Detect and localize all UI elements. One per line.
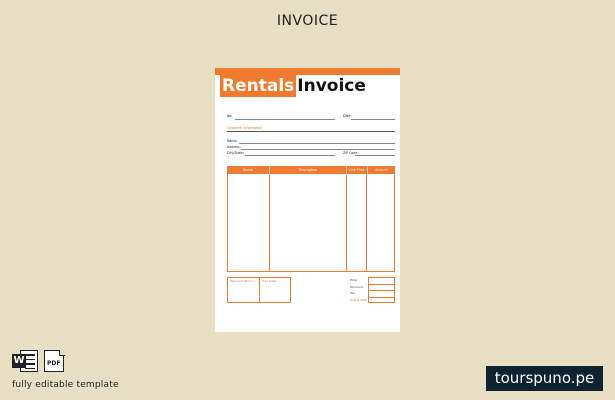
header-description: Description <box>270 166 347 174</box>
grand-total-cell <box>369 298 394 305</box>
customer-section-label: Customer Information <box>227 126 262 130</box>
address-line <box>241 149 395 150</box>
header-rental: Rental <box>227 166 270 174</box>
accent-bar <box>215 68 400 75</box>
payment-terms-label: Payment Terms <box>228 278 260 302</box>
word-icon: W <box>12 350 38 372</box>
due-date-label: Due Date <box>262 279 277 283</box>
template-caption: fully editable template <box>12 380 119 390</box>
date-line <box>351 119 395 120</box>
city-state-line <box>245 155 335 156</box>
totals-box <box>368 277 395 303</box>
no-label: No: <box>227 114 233 118</box>
header-amount: Amount <box>375 168 388 172</box>
zip-line <box>355 155 395 156</box>
totals-labels: Total Discount Tax Grand Total <box>350 277 367 303</box>
city-state-label: City/State: <box>227 151 244 155</box>
invoice-title-text: Invoice <box>297 76 366 96</box>
file-format-icons: W PDF <box>12 349 65 372</box>
invoice-preview: Rentals Invoice No: Date: Customer Infor… <box>215 68 400 332</box>
name-label: Name: <box>227 139 238 143</box>
column-amount <box>367 174 394 271</box>
grand-total-label: Grand Total <box>350 297 368 302</box>
name-line <box>239 143 395 144</box>
invoice-title: Rentals Invoice <box>220 75 366 97</box>
items-table-body <box>227 174 395 272</box>
customer-divider <box>227 131 395 132</box>
column-rental <box>228 174 271 271</box>
invoice-title-highlight: Rentals <box>220 75 297 97</box>
column-unit-price <box>347 174 368 271</box>
date-label: Date: <box>343 114 352 118</box>
column-description <box>270 174 347 271</box>
items-table-header: Rental Description Unit Price Amount <box>227 166 395 174</box>
header-unit-price: Unit Price <box>347 166 368 174</box>
pdf-icon: PDF <box>44 349 65 372</box>
address-label: Address: <box>227 145 241 149</box>
no-line <box>235 119 335 120</box>
page-title: INVOICE <box>276 13 339 29</box>
payment-terms-box: Payment Terms Due Date <box>227 277 291 303</box>
brand-logo[interactable]: tourspuno.pe <box>486 366 603 391</box>
